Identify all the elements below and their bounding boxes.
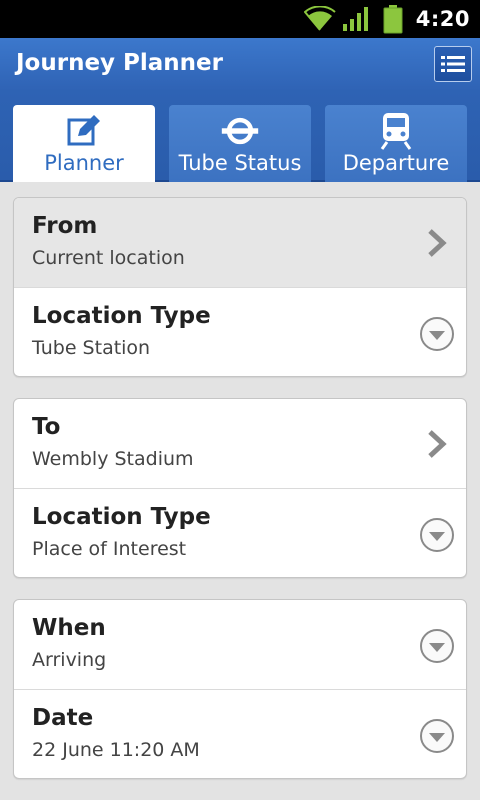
train-icon bbox=[380, 113, 412, 150]
date-value: 22 June 11:20 AM bbox=[32, 739, 200, 761]
from-location-type-row[interactable]: Location Type Tube Station bbox=[14, 287, 466, 376]
tab-planner[interactable]: Planner bbox=[13, 105, 155, 182]
chevron-down-icon bbox=[420, 719, 454, 753]
wifi-icon bbox=[303, 6, 336, 31]
to-location-type-title: Location Type bbox=[32, 504, 211, 530]
tab-departure[interactable]: Departure bbox=[325, 105, 467, 182]
tab-planner-label: Planner bbox=[44, 151, 124, 175]
tab-tube-status-label: Tube Status bbox=[178, 151, 302, 175]
chevron-down-icon bbox=[420, 317, 454, 351]
action-bar: Journey Planner bbox=[0, 38, 480, 90]
when-card: When Arriving Date 22 June 11:20 AM bbox=[13, 599, 467, 779]
from-location-type-value: Tube Station bbox=[32, 337, 151, 359]
menu-button[interactable] bbox=[434, 46, 472, 82]
battery-icon bbox=[383, 5, 403, 34]
tab-tube-status[interactable]: Tube Status bbox=[169, 105, 311, 182]
list-icon bbox=[441, 56, 465, 72]
app-title: Journey Planner bbox=[16, 50, 223, 76]
from-card: From Current location Location Type Tube… bbox=[13, 197, 467, 377]
to-card: To Wembly Stadium Location Type Place of… bbox=[13, 398, 467, 578]
to-value: Wembly Stadium bbox=[32, 448, 194, 470]
to-location-type-row[interactable]: Location Type Place of Interest bbox=[14, 488, 466, 577]
date-row[interactable]: Date 22 June 11:20 AM bbox=[14, 689, 466, 778]
from-row[interactable]: From Current location bbox=[14, 198, 466, 287]
to-row[interactable]: To Wembly Stadium bbox=[14, 399, 466, 488]
underground-roundel-icon bbox=[221, 117, 259, 145]
tab-strip: Planner Tube Status Departure bbox=[0, 90, 480, 182]
from-value: Current location bbox=[32, 247, 185, 269]
from-location-type-title: Location Type bbox=[32, 303, 211, 329]
status-bar: 4:20 bbox=[0, 0, 480, 38]
when-title: When bbox=[32, 615, 106, 641]
date-title: Date bbox=[32, 705, 94, 731]
to-location-type-value: Place of Interest bbox=[32, 538, 187, 560]
from-title: From bbox=[32, 213, 98, 239]
tab-departure-label: Departure bbox=[342, 151, 450, 175]
chevron-down-icon bbox=[420, 629, 454, 663]
when-row[interactable]: When Arriving bbox=[14, 600, 466, 689]
chevron-right-icon bbox=[428, 229, 447, 257]
edit-icon bbox=[67, 115, 100, 146]
chevron-down-icon bbox=[420, 518, 454, 552]
when-value: Arriving bbox=[32, 649, 107, 671]
status-time: 4:20 bbox=[415, 7, 470, 31]
to-title: To bbox=[32, 414, 61, 440]
signal-icon bbox=[342, 7, 368, 31]
chevron-right-icon bbox=[428, 430, 447, 458]
